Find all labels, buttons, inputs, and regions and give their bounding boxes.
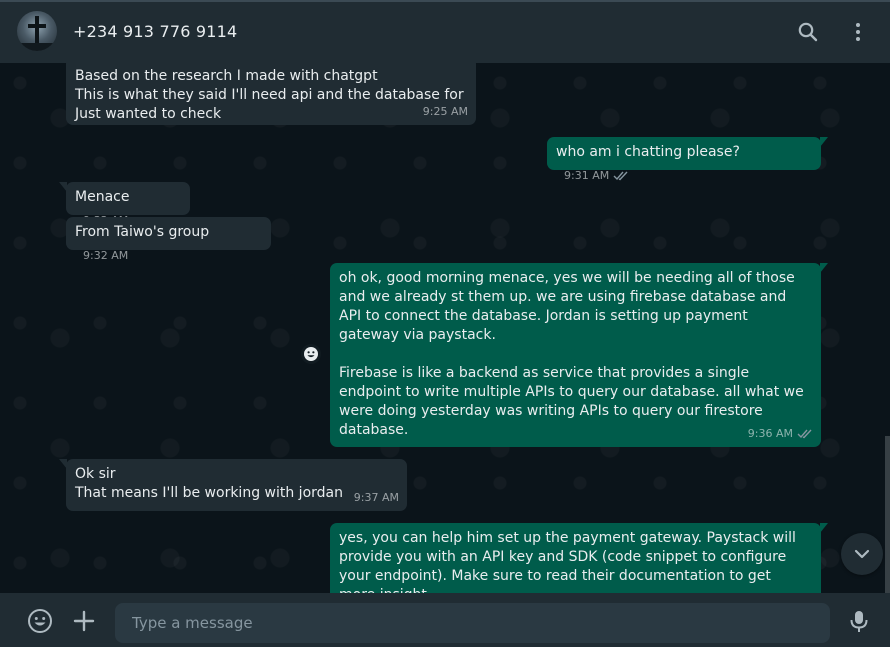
message-time: 9:37 AM [354,488,399,507]
attach-plus-icon[interactable] [71,608,97,634]
avatar-cross-icon [35,16,39,44]
message-list[interactable]: Based on the research I made with chatgp… [0,63,890,593]
message-text: Ok sir That means I'll be working with j… [75,466,343,501]
time-label: 9:36 AM [747,427,793,440]
scroll-to-bottom-button[interactable] [841,533,883,575]
message-incoming[interactable]: From Taiwo's group 9:32 AM [66,217,271,262]
message-incoming[interactable]: Based on the research I made with chatgp… [66,63,476,125]
message-text: yes, you can help him set up the payment… [339,530,796,593]
message-text: From Taiwo's group [75,224,210,240]
smiley-icon [304,347,318,361]
message-text: oh ok, good morning menace, yes we will … [339,270,804,438]
emoji-icon[interactable] [27,608,53,634]
read-ticks-icon [613,171,628,181]
message-incoming[interactable]: Ok sir That means I'll be working with j… [59,459,407,511]
message-input[interactable] [115,603,830,643]
message-outgoing[interactable]: yes, you can help him set up the payment… [330,523,828,593]
contact-avatar[interactable] [17,11,57,51]
time-label: 9:25 AM [422,105,468,118]
search-icon[interactable] [796,20,820,44]
avatar-ground [17,43,57,51]
time-label: 9:32 AM [83,249,129,262]
message-text: Menace [75,189,130,205]
message-time: 9:25 AM [423,102,468,121]
chat-scrollbar[interactable] [885,436,890,593]
react-emoji-icon[interactable] [301,344,321,364]
chevron-down-icon [854,549,870,559]
chat-header: +234 913 776 9114 [0,2,890,63]
message-time: 9:36 AM [748,424,813,443]
kebab-menu-icon[interactable] [846,20,870,44]
message-time: 9:31 AM [564,166,629,185]
message-outgoing[interactable]: oh ok, good morning menace, yes we will … [330,263,828,447]
contact-name[interactable]: +234 913 776 9114 [73,22,237,41]
read-ticks-icon [797,429,812,439]
message-text: who am i chatting please? [556,144,740,160]
message-text: Based on the research I made with chatgp… [75,68,464,122]
avatar-cross-bar [28,24,46,28]
message-outgoing[interactable]: who am i chatting please? 9:31 AM [547,137,828,182]
time-label: 9:37 AM [353,491,399,504]
time-label: 9:31 AM [564,169,610,182]
message-incoming[interactable]: Menace 9:32 AM [59,182,190,227]
microphone-icon[interactable] [846,608,872,634]
composer-bar [0,593,890,647]
message-time: 9:32 AM [83,246,128,265]
